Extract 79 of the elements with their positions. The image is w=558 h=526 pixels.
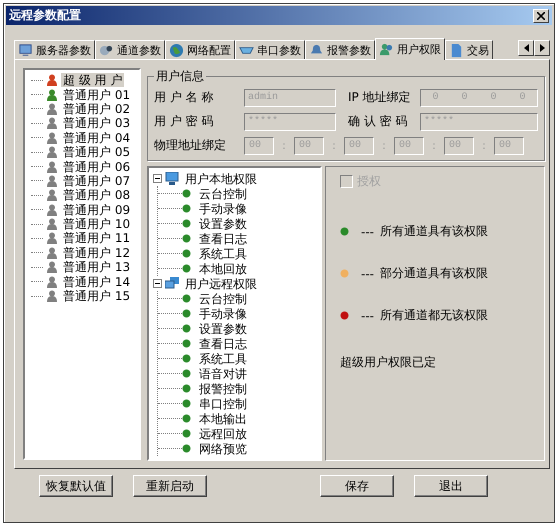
tree-node[interactable]: 设置参数 [197, 322, 249, 336]
tree-node[interactable]: 本地输出 [197, 412, 249, 426]
user-item[interactable]: 普通用户 15 [61, 289, 132, 304]
user-item[interactable]: 普通用户 11 [61, 231, 132, 246]
tree-node[interactable]: 查看日志 [197, 336, 249, 350]
caret-left-icon [524, 44, 528, 52]
field-label: IP 地址绑定 [348, 89, 412, 106]
user-item[interactable]: 普通用户 13 [61, 260, 132, 274]
user-item[interactable]: 普通用户 06 [61, 160, 132, 174]
tab[interactable]: 通道参数 [95, 40, 165, 59]
action-button[interactable]: 保存 [320, 475, 394, 497]
user-item[interactable]: 普通用户 05 [61, 145, 132, 160]
tree-node[interactable]: 手动录像 [197, 306, 249, 320]
legend-dash: --- [361, 308, 374, 322]
field-label: 物理地址绑定 [154, 137, 227, 154]
separator: : [381, 139, 387, 152]
legend-text: 所有通道具有该权限 [380, 223, 488, 240]
tab-icon [18, 42, 33, 58]
action-button[interactable]: 恢复默认值 [39, 475, 113, 497]
tree-node[interactable]: 云台控制 [197, 292, 249, 306]
tree-node[interactable]: 系统工具 [197, 246, 249, 260]
tree-node[interactable]: 用户远程权限 [183, 276, 259, 290]
field-label: 确 认 密 码 [348, 113, 408, 130]
user-item[interactable]: 普通用户 04 [61, 130, 132, 145]
window-title: 远程参数配置 [9, 7, 81, 24]
user-item[interactable]: 普通用户 02 [61, 102, 132, 116]
computers-icon [165, 277, 179, 290]
user-item[interactable]: 普通用户 07 [61, 174, 132, 188]
legend-text: 所有通道都无该权限 [380, 307, 488, 324]
tab[interactable]: 串口参数 [235, 40, 305, 59]
tab-icon [379, 42, 394, 57]
field-label: 用 户 密 码 [154, 113, 214, 130]
note-text: 超级用户权限已定 [340, 354, 437, 371]
close-button[interactable] [533, 8, 549, 22]
tree-node[interactable]: 系统工具 [197, 352, 249, 366]
field-label: 用 户 名 称 [154, 89, 214, 106]
tab[interactable]: 网络配置 [165, 40, 235, 59]
user-item[interactable]: 普通用户 08 [61, 188, 132, 202]
collapse-icon[interactable] [153, 279, 162, 288]
tree-node[interactable]: 设置参数 [197, 216, 249, 230]
scroll-right-button[interactable] [534, 40, 550, 56]
action-button[interactable]: 重新启动 [133, 475, 207, 497]
group-title: 用户信息 [155, 68, 205, 85]
tab[interactable]: 交易 [445, 40, 493, 59]
tree-node[interactable]: 远程回放 [197, 426, 249, 440]
tree-node[interactable]: 串口控制 [197, 396, 249, 410]
user-item[interactable]: 普通用户 03 [61, 116, 132, 130]
tab-icon [169, 42, 184, 58]
monitor-icon [165, 172, 179, 185]
user-item[interactable]: 超 级 用 户 [61, 73, 124, 88]
tree-node[interactable]: 本地回放 [197, 262, 249, 276]
tab-icon [449, 42, 464, 58]
tree-node[interactable]: 手动录像 [197, 202, 249, 216]
separator: : [481, 139, 487, 152]
separator: : [331, 139, 337, 152]
tree-node[interactable]: 云台控制 [197, 186, 249, 200]
user-item[interactable]: 普通用户 12 [61, 246, 132, 260]
tab[interactable]: 用户权限 [375, 38, 445, 60]
legend-dash: --- [361, 266, 374, 280]
scroll-left-button[interactable] [518, 40, 534, 56]
tab[interactable]: 报警参数 [305, 40, 375, 59]
action-button[interactable]: 退出 [414, 475, 488, 497]
separator: : [281, 139, 287, 152]
close-icon [537, 12, 545, 20]
caret-right-icon [540, 44, 544, 52]
legend-dash: --- [361, 224, 374, 238]
user-item[interactable]: 普通用户 01 [61, 88, 132, 102]
tree-node[interactable]: 查看日志 [197, 232, 249, 246]
legend-text: 部分通道具有该权限 [380, 265, 488, 282]
tree-node[interactable]: 报警控制 [197, 382, 249, 396]
tree-node[interactable]: 语音对讲 [197, 366, 249, 380]
separator: : [431, 139, 437, 152]
user-item[interactable]: 普通用户 14 [61, 274, 132, 289]
collapse-icon[interactable] [153, 174, 162, 183]
user-item[interactable]: 普通用户 09 [61, 202, 132, 217]
tree-node[interactable]: 用户本地权限 [183, 172, 259, 186]
tab[interactable]: 服务器参数 [14, 40, 95, 59]
user-item[interactable]: 普通用户 10 [61, 217, 132, 232]
tree-node[interactable]: 网络预览 [197, 442, 249, 456]
